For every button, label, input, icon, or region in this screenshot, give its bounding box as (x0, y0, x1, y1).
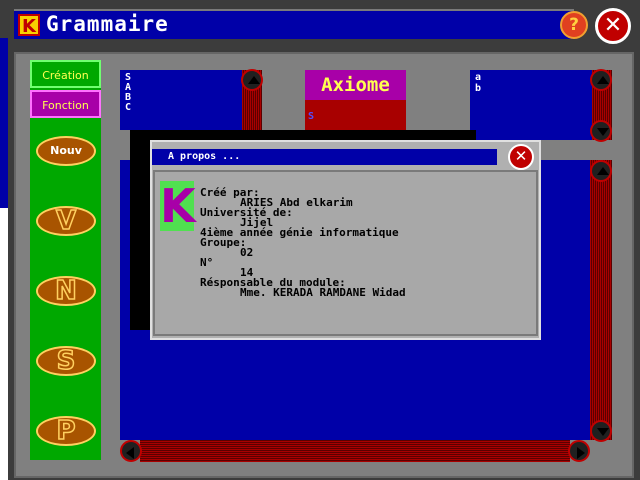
about-supervisor: Mme. KERADA RAMDANE Widad (240, 286, 406, 299)
help-button[interactable]: ? (560, 11, 588, 39)
left-toolbar (30, 60, 101, 460)
scroll-down-icon[interactable] (590, 420, 612, 442)
nonterminals-label: N (54, 276, 77, 306)
scroll-up-icon[interactable] (590, 69, 612, 91)
terminals-panel (470, 70, 592, 140)
tab-creation[interactable]: Création (30, 60, 101, 88)
new-button[interactable]: Nouv (36, 136, 96, 166)
dialog-logo-icon: K (160, 179, 196, 233)
close-window-button[interactable]: ✕ (595, 8, 631, 44)
scroll-up-icon[interactable] (241, 69, 263, 91)
window-edge-strip (0, 38, 8, 208)
variables-button[interactable]: V (36, 206, 96, 236)
nonterminals-panel (120, 70, 242, 130)
terminal-item[interactable]: a (475, 73, 481, 83)
start-symbol-button[interactable]: S (36, 346, 96, 376)
scroll-right-icon[interactable] (568, 440, 590, 462)
axiome-field[interactable] (305, 100, 406, 130)
scroll-up-icon[interactable] (590, 160, 612, 182)
terminal-item[interactable]: b (475, 84, 481, 94)
productions-vscrollbar[interactable] (590, 160, 612, 440)
variables-label: V (55, 206, 77, 236)
dialog-title: A propos ... (168, 151, 241, 162)
axiome-value: S (308, 111, 315, 122)
about-label-number: N° (200, 256, 214, 269)
start-symbol-label: S (56, 346, 76, 376)
app-logo-icon: K (18, 14, 40, 37)
about-group: 02 (240, 246, 254, 259)
scroll-down-icon[interactable] (590, 120, 612, 142)
nonterminals-button[interactable]: N (36, 276, 96, 306)
nonterminal-item[interactable]: C (125, 103, 131, 113)
productions-label: P (56, 416, 77, 446)
axiome-header: Axiome (305, 70, 406, 100)
productions-hscrollbar[interactable] (140, 440, 570, 462)
scroll-left-icon[interactable] (120, 440, 142, 462)
app-title: Grammaire (46, 12, 169, 36)
tab-fonction[interactable]: Fonction (30, 90, 101, 118)
dialog-close-button[interactable]: ✕ (508, 144, 534, 170)
productions-button[interactable]: P (36, 416, 96, 446)
